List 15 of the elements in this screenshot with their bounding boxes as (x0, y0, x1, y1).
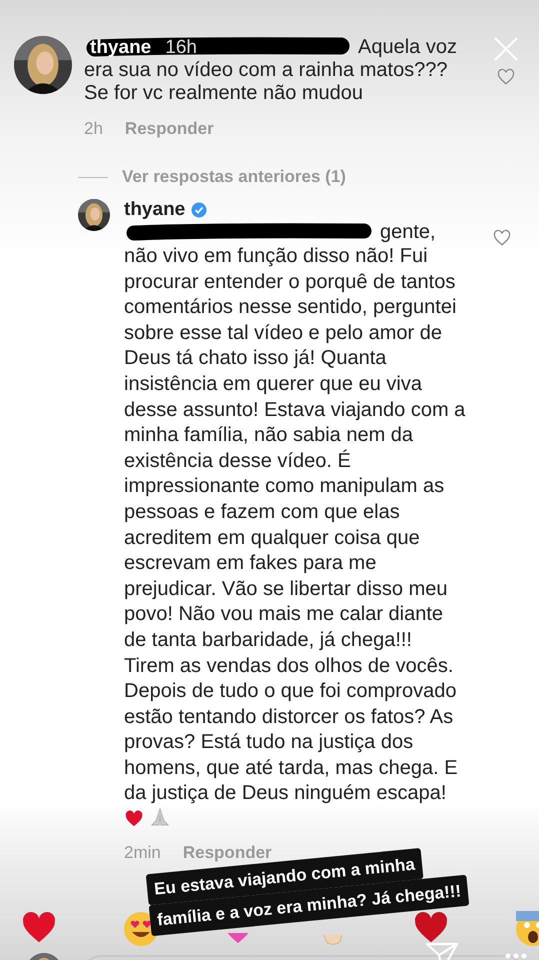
reply-link[interactable]: Responder (124, 119, 214, 139)
like-icon[interactable] (493, 229, 511, 247)
reply-text: gente, (380, 221, 436, 244)
like-icon[interactable] (497, 68, 515, 86)
reply-text: não vivo em função disso não! Fui procurar entender o porquê de tantos comentários nesse sentido, perguntei sobre esse tal vídeo e pelo amor de Deus tá chato isso já! Quanta insistência em querer que eu viva desse assunto! Estava viajando com a minha família, não sabia nem da existência desse vídeo. É impressionante como manipulam as pessoas e fazem com que elas acreditem em qualquer coisa que escrevam em fakes para me prejudicar. Vão se libertar disso meu povo! Não vou mais me calar diante de tanta barbaridade, já chega!!! Tirem as vendas dos olhos de vocês. Depois de tudo o que foi comprovado estão tentando distorcer os fatos? As provas? Está tudo na justiça dos homens, que até tarda, mas chega. E da justiça de Deus ninguém escapa! (124, 245, 466, 804)
more-icon[interactable] (505, 952, 527, 959)
comment-age: 2h (84, 119, 103, 139)
comment-text: Aquela voz (358, 36, 457, 59)
comment-text: era sua no vídeo com a rainha matos??? Se for vc realmente não mudou (84, 59, 449, 105)
heart-icon (124, 809, 144, 828)
view-replies-link[interactable]: Ver respostas anteriores (1) (122, 167, 346, 187)
comment-time: 16h (165, 36, 197, 58)
username[interactable]: thyane (124, 199, 186, 221)
username[interactable]: thyane (90, 36, 152, 58)
praying-hands-icon (150, 807, 170, 828)
